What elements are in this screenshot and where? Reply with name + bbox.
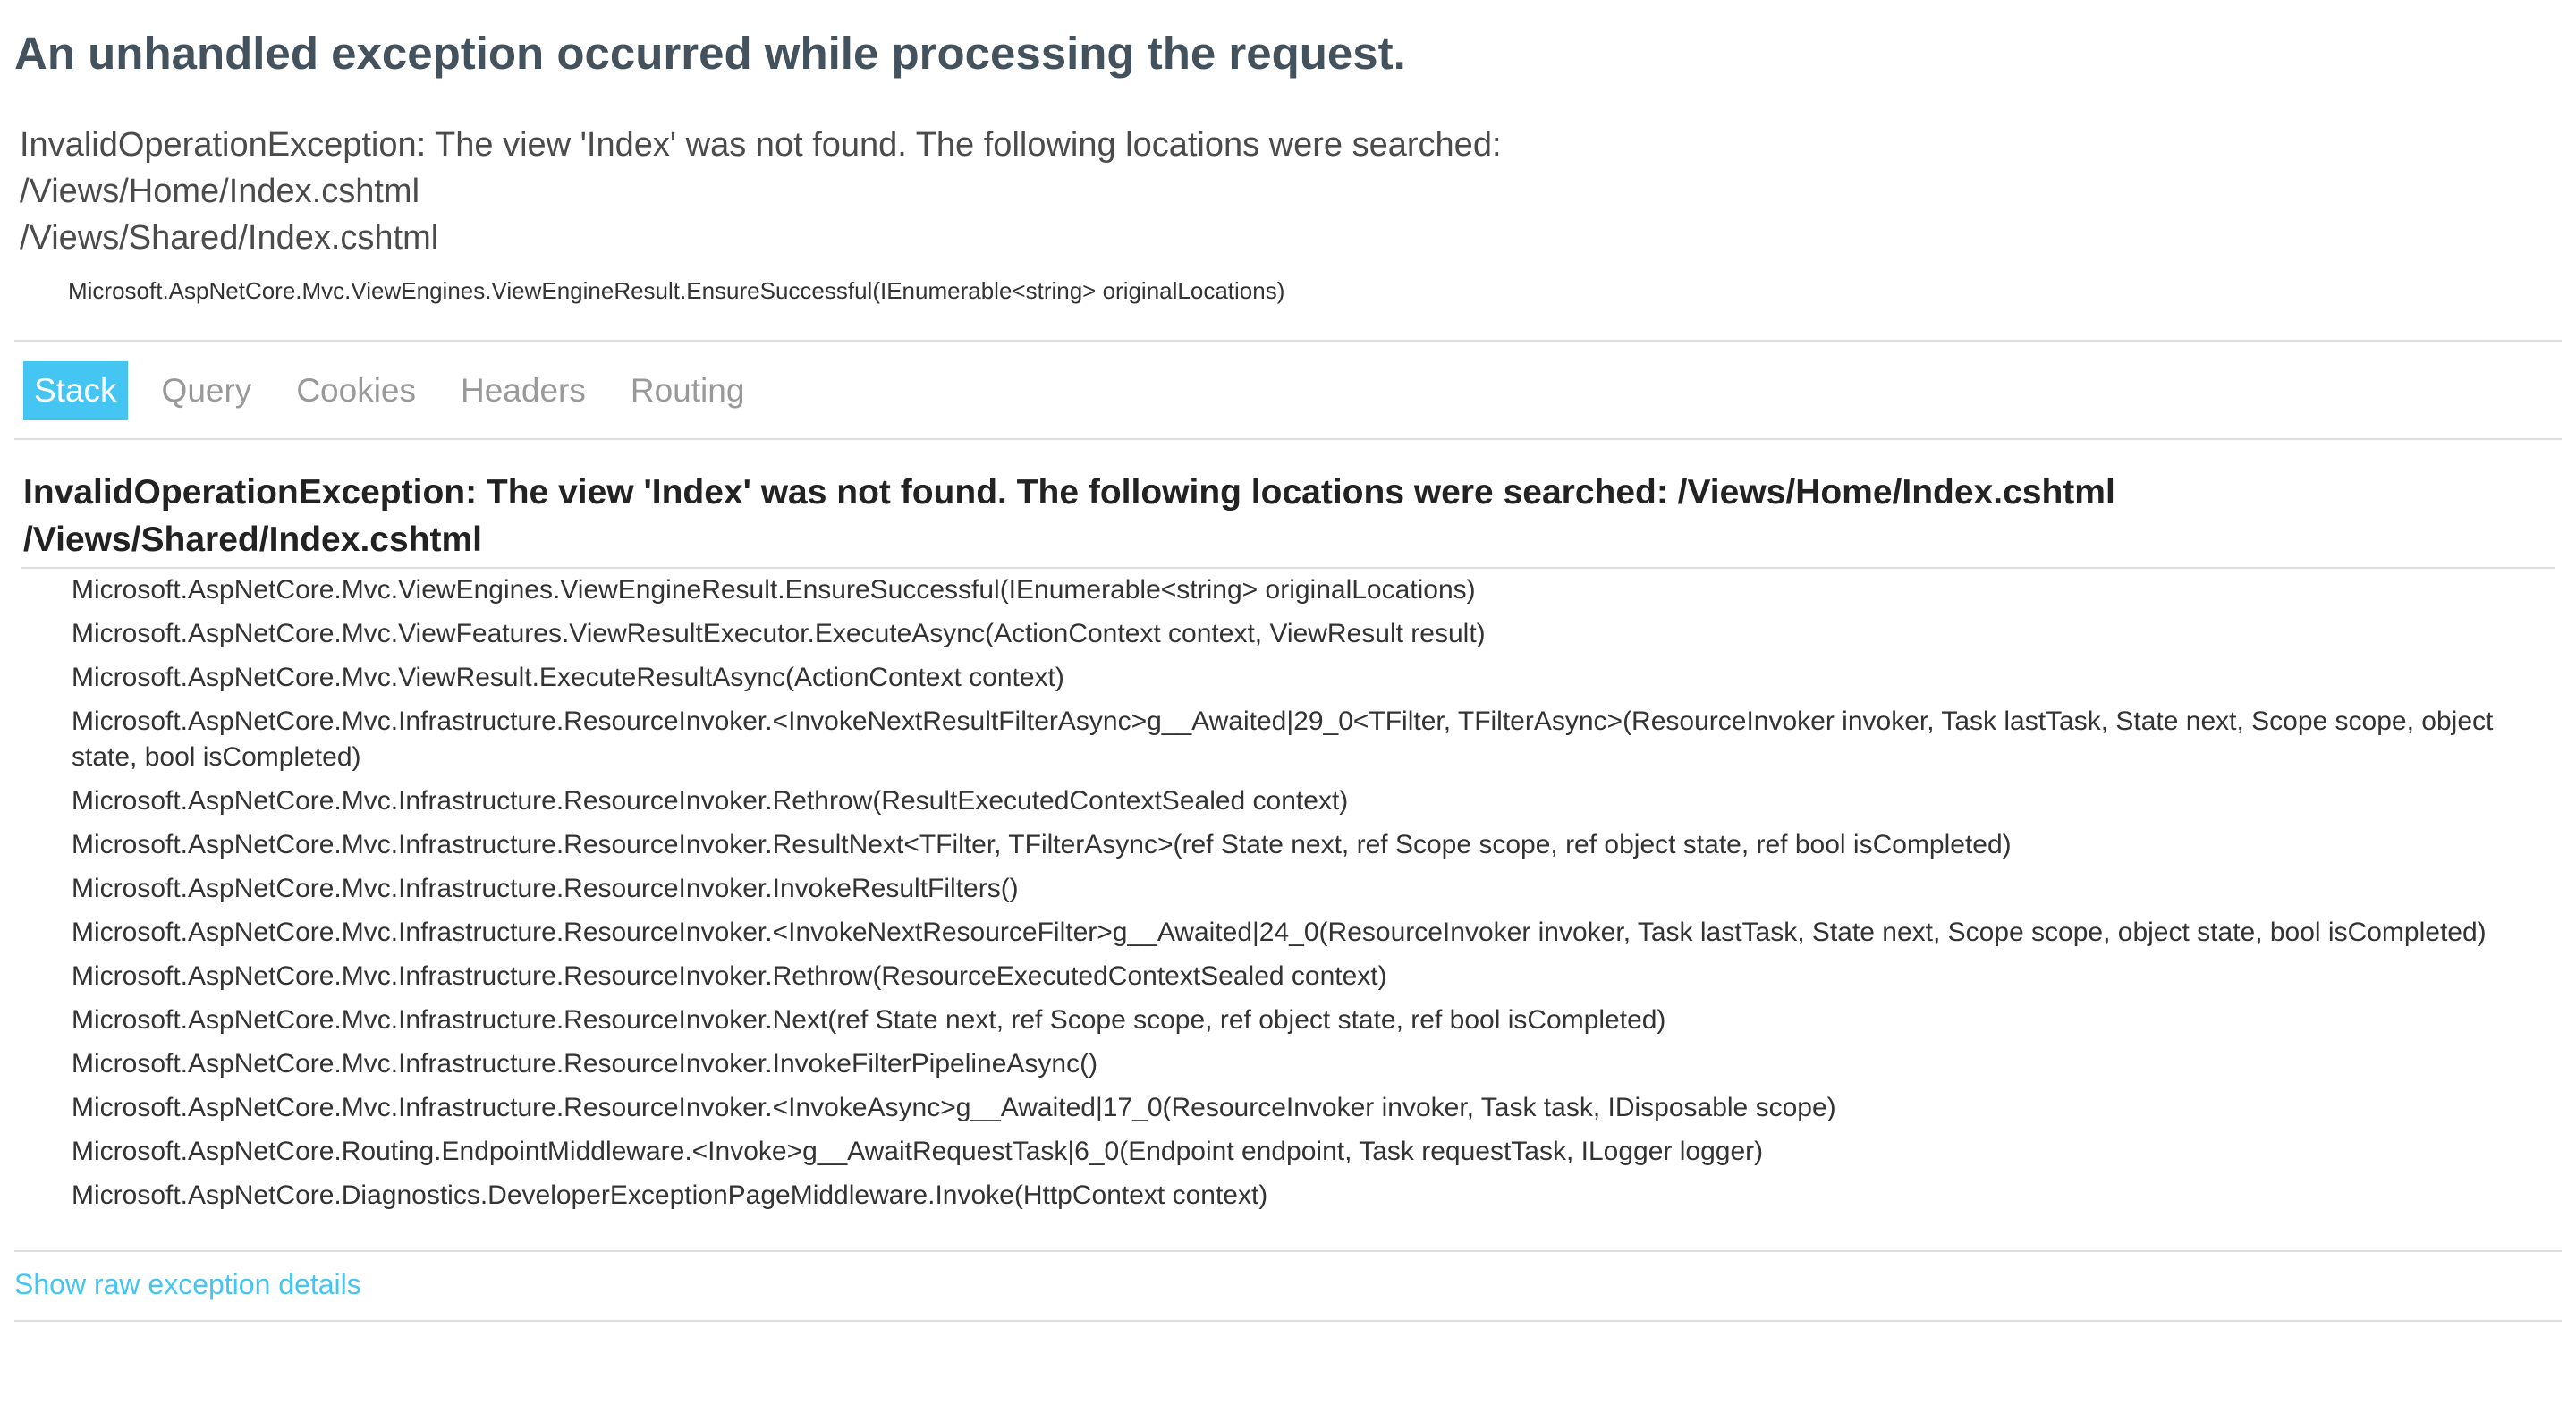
stack-frame[interactable]: Microsoft.AspNetCore.Diagnostics.Develop… — [72, 1178, 2558, 1214]
tab-headers[interactable]: Headers — [450, 361, 597, 420]
divider — [21, 567, 2555, 569]
summary-location-line: /Views/Home/Index.cshtml — [20, 173, 420, 210]
stack-frame[interactable]: Microsoft.AspNetCore.Mvc.Infrastructure.… — [72, 783, 2558, 819]
stack-frame[interactable]: Microsoft.AspNetCore.Mvc.Infrastructure.… — [72, 704, 2558, 775]
exception-title: InvalidOperationException: The view 'Ind… — [23, 473, 2115, 559]
divider — [14, 1320, 2562, 1322]
stack-frame[interactable]: Microsoft.AspNetCore.Mvc.Infrastructure.… — [72, 915, 2558, 951]
tab-query[interactable]: Query — [151, 361, 263, 420]
stack-frame[interactable]: Microsoft.AspNetCore.Mvc.ViewResult.Exec… — [72, 660, 2558, 696]
tab-stack[interactable]: Stack — [23, 361, 128, 420]
tab-cookies[interactable]: Cookies — [285, 361, 427, 420]
stack-frame[interactable]: Microsoft.AspNetCore.Mvc.ViewEngines.Vie… — [72, 572, 2558, 608]
divider — [14, 438, 2562, 440]
tab-bar: Stack Query Cookies Headers Routing — [23, 361, 778, 420]
summary-location-line: /Views/Shared/Index.cshtml — [20, 219, 439, 257]
error-summary: InvalidOperationException: The view 'Ind… — [20, 122, 1540, 261]
divider — [14, 1250, 2562, 1252]
stack-frame[interactable]: Microsoft.AspNetCore.Mvc.Infrastructure.… — [72, 827, 2558, 863]
stack-frame[interactable]: Microsoft.AspNetCore.Mvc.Infrastructure.… — [72, 871, 2558, 907]
stack-frame[interactable]: Microsoft.AspNetCore.Mvc.Infrastructure.… — [72, 1003, 2558, 1038]
summary-exception-line: InvalidOperationException: The view 'Ind… — [20, 126, 1502, 164]
page-title: An unhandled exception occurred while pr… — [14, 28, 1406, 79]
stack-frame[interactable]: Microsoft.AspNetCore.Mvc.Infrastructure.… — [72, 959, 2558, 994]
tab-routing[interactable]: Routing — [620, 361, 756, 420]
stack-frame[interactable]: Microsoft.AspNetCore.Routing.EndpointMid… — [72, 1134, 2558, 1170]
error-location: Microsoft.AspNetCore.Mvc.ViewEngines.Vie… — [68, 277, 1285, 304]
stack-frame[interactable]: Microsoft.AspNetCore.Mvc.Infrastructure.… — [72, 1046, 2558, 1082]
stack-frame[interactable]: Microsoft.AspNetCore.Mvc.ViewFeatures.Vi… — [72, 616, 2558, 652]
stack-frame-list: Microsoft.AspNetCore.Mvc.ViewEngines.Vie… — [72, 572, 2558, 1222]
divider — [14, 340, 2562, 342]
stack-frame[interactable]: Microsoft.AspNetCore.Mvc.Infrastructure.… — [72, 1090, 2558, 1126]
show-raw-exception-link[interactable]: Show raw exception details — [14, 1268, 361, 1301]
